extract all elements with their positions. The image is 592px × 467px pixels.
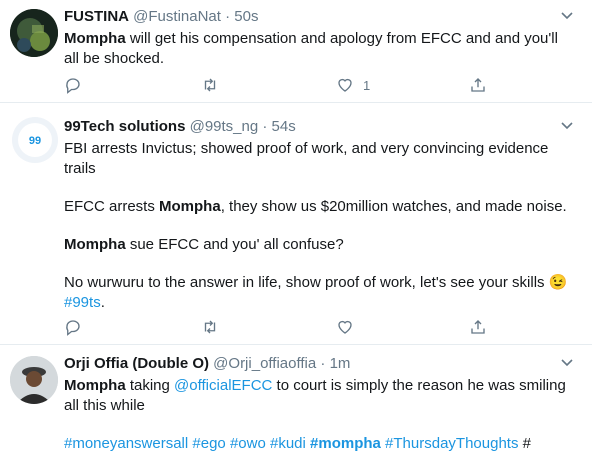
hashtag-link[interactable]: #moneyanswersall [64,435,188,452]
avatar-logo: 99 [12,117,58,163]
reply-icon [66,78,80,94]
timestamp[interactable]: 50s [234,8,258,25]
display-name[interactable]: 99Tech solutions [64,118,185,135]
timestamp[interactable]: 54s [272,118,296,135]
wink-emoji: 😉 [548,274,568,291]
avatar[interactable] [10,9,58,57]
retweet-icon [204,78,216,92]
user-handle[interactable]: @Orji_offiaoffia [213,355,316,372]
avatar-logo-text: 99 [29,135,41,147]
highlighted-keyword: Mompha [64,377,126,394]
trailing-hash: # [522,435,531,452]
tweet-paragraph: FBI arrests Invictus; showed proof of wo… [64,140,549,177]
tweet-paragraph: No wurwuru to the answer in life, show p… [64,274,568,311]
highlighted-keyword: Mompha [159,198,221,215]
separator-dot: · [320,355,326,372]
hashtag-link[interactable]: #ThursdayThoughts [385,435,518,452]
avatar-photo [10,356,58,404]
separator-dot: · [225,8,231,25]
like-button[interactable] [336,317,354,337]
retweet-icon [204,320,216,334]
hashtag-line: #moneyanswersall #ego #owo #kudi #mompha… [64,434,574,454]
avatar[interactable] [10,356,58,404]
share-button[interactable] [469,75,487,95]
hashtag-link[interactable]: #mompha [310,435,381,452]
share-icon [471,78,485,92]
tweet-text: Mompha will get his compensation and apo… [64,29,574,69]
like-button[interactable]: 1 [336,75,370,95]
tweet-paragraph: Mompha taking @officialEFCC to court is … [64,377,566,414]
share-button[interactable] [469,317,487,337]
tweet[interactable]: FUSTINA @FustinaNat · 50s Mompha will ge… [0,0,592,103]
timestamp[interactable]: 1m [330,355,351,372]
user-handle[interactable]: @FustinaNat [133,8,221,25]
reply-button[interactable] [64,75,82,95]
hashtag-link[interactable]: #kudi [270,435,306,452]
mention-link[interactable]: @officialEFCC [174,377,272,394]
tweet-paragraph: Mompha sue EFCC and you' all confuse? [64,236,344,253]
chevron-down-icon[interactable] [560,8,574,22]
user-handle[interactable]: @99ts_ng [190,118,259,135]
hashtag-link[interactable]: #ego [192,435,225,452]
tweet-text-body: will get his compensation and apology fr… [64,30,558,67]
hashtag-link[interactable]: #owo [230,435,266,452]
tweet[interactable]: 99 99Tech solutions @99ts_ng · 54s FBI a… [0,103,592,345]
like-icon [338,320,352,334]
hashtag-link[interactable]: #99ts [64,294,101,311]
like-icon [338,78,352,92]
share-icon [471,320,485,334]
retweet-button[interactable] [201,75,219,95]
avatar[interactable]: 99 [12,117,58,163]
chevron-down-icon[interactable] [560,118,574,132]
tweet-paragraph: EFCC arrests Mompha, they show us $20mil… [64,198,567,215]
highlighted-keyword: Mompha [64,30,126,47]
reply-icon [66,320,80,336]
highlighted-keyword: Mompha [64,236,126,253]
tweet[interactable]: Orji Offia (Double O) @Orji_offiaoffia ·… [0,345,592,467]
display-name[interactable]: FUSTINA [64,8,129,25]
like-count: 1 [363,77,371,93]
avatar-photo [10,9,58,57]
retweet-button[interactable] [201,317,219,337]
separator-dot: · [262,118,268,135]
display-name[interactable]: Orji Offia (Double O) [64,355,209,372]
reply-button[interactable] [64,317,82,337]
chevron-down-icon[interactable] [560,355,574,369]
